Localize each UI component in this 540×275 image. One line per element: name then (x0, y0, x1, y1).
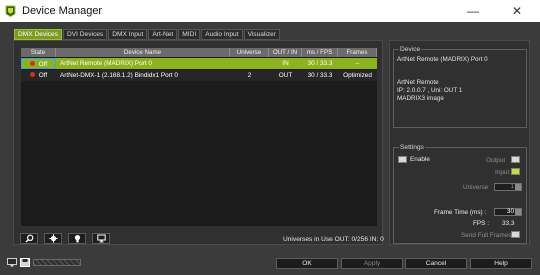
device-name-readout: ArtNet Remote (MADRIX) Port 0 (397, 56, 488, 63)
state-label: Off (38, 61, 48, 68)
monitor-icon (7, 258, 17, 267)
lightbulb-icon (74, 235, 80, 243)
state-off-indicator-icon (29, 60, 35, 66)
device-settings-button[interactable] (44, 233, 62, 244)
enable-checkbox[interactable] (398, 156, 407, 163)
state-cell[interactable]: Off (21, 70, 56, 81)
monitor-device-button[interactable] (92, 233, 110, 244)
close-button[interactable]: ✕ (509, 4, 525, 18)
send-full-frames-label: Send Full Frames (461, 232, 512, 239)
universe-cell: 2 (247, 72, 252, 79)
spin-arrows-icon[interactable] (515, 184, 521, 190)
madrix-app-icon (5, 5, 16, 17)
input-label: Input (495, 169, 510, 176)
ms-fps-cell: 30 / 33.3 (307, 72, 333, 79)
device-info-line: MADRIX3 image (397, 95, 444, 102)
dialog-client-area: DMX Devices DVI Devices DMX Input Art-Ne… (0, 22, 540, 275)
tab-visualizer[interactable]: Visualizer (243, 29, 281, 40)
identify-device-button[interactable] (68, 233, 86, 244)
minimize-button[interactable]: — (465, 4, 481, 18)
universe-cell (230, 58, 269, 69)
out-in-cell: IN (282, 60, 289, 67)
status-bar (7, 258, 81, 267)
tab-dvi-devices[interactable]: DVI Devices (62, 29, 108, 40)
tab-art-net[interactable]: Art-Net (148, 29, 178, 40)
frame-time-label: Frame Time (ms) : (434, 209, 487, 216)
tab-audio-input[interactable]: Audio Input (201, 29, 243, 40)
frame-time-spinbox[interactable]: 30 (494, 208, 522, 216)
settings-group-title: Settings (399, 144, 425, 151)
tab-midi[interactable]: MIDI (178, 29, 201, 40)
send-full-frames-checkbox[interactable] (511, 231, 520, 238)
search-icon (25, 234, 33, 243)
universe-spinbox[interactable]: 1 (494, 183, 522, 191)
universe-label: Universe (463, 184, 489, 191)
column-header-ms-fps[interactable]: ms / FPS (302, 48, 338, 57)
device-group-title: Device (399, 46, 422, 53)
state-cell[interactable]: Off (21, 58, 56, 69)
column-header-frames[interactable]: Frames (338, 48, 377, 57)
device-info-line: ArtNet Remote (397, 79, 439, 86)
fps-label: FPS : (473, 220, 489, 227)
table-row[interactable]: Off ArtNet Remote (MADRIX) Port 0 IN 30 … (21, 58, 377, 69)
frame-time-value: 30 (506, 208, 514, 215)
device-name-cell: ArtNet-DMX-1 (2.168.1.2) Bindidx1 Port 0 (60, 72, 178, 79)
output-checkbox[interactable] (511, 156, 520, 163)
apply-button[interactable]: Apply (341, 258, 403, 269)
tab-dmx-devices[interactable]: DMX Devices (14, 29, 62, 40)
tab-strip: DMX Devices DVI Devices DMX Input Art-Ne… (14, 29, 281, 40)
table-row[interactable]: Off ArtNet-DMX-1 (2.168.1.2) Bindidx1 Po… (21, 70, 377, 81)
search-devices-button[interactable] (20, 233, 38, 244)
progress-bar (33, 259, 81, 266)
device-table: State Device Name Universe OUT / IN ms /… (21, 48, 377, 226)
window-title: Device Manager (22, 5, 103, 17)
enable-label: Enable (410, 156, 430, 163)
column-header-state[interactable]: State (21, 48, 56, 57)
universe-value: 1 (510, 183, 514, 190)
device-group: Device ArtNet Remote (MADRIX) Port 0 Art… (393, 46, 527, 128)
universes-in-use-status: Universes in Use OUT: 0/256 IN: 0 (283, 236, 384, 243)
output-label: Output (486, 157, 506, 164)
ms-fps-cell: 30 / 33.3 (307, 60, 333, 67)
device-toolbar (20, 233, 116, 244)
fps-value: 33.3 (502, 220, 515, 227)
device-list-panel: State Device Name Universe OUT / IN ms /… (13, 40, 383, 245)
help-button[interactable]: Help (470, 258, 532, 269)
table-header: State Device Name Universe OUT / IN ms /… (21, 48, 377, 57)
title-bar: Device Manager — ✕ (0, 0, 540, 22)
column-header-universe[interactable]: Universe (230, 48, 269, 57)
tab-dmx-input[interactable]: DMX Input (108, 29, 148, 40)
monitor-icon (96, 234, 106, 243)
out-in-cell: OUT (278, 72, 293, 79)
save-icon[interactable] (20, 258, 30, 267)
cancel-button[interactable]: Cancel (405, 258, 467, 269)
state-off-indicator-icon (29, 71, 35, 77)
ok-button[interactable]: OK (276, 258, 338, 269)
spin-arrows-icon[interactable] (515, 209, 521, 215)
column-header-out-in[interactable]: OUT / IN (269, 48, 302, 57)
settings-group: Settings Enable Output Input Universe 1 … (393, 144, 527, 244)
frames-cell: -- (355, 60, 360, 67)
device-details-panel: Device ArtNet Remote (MADRIX) Port 0 Art… (389, 40, 530, 245)
state-label: Off (38, 72, 48, 79)
input-checkbox[interactable] (511, 168, 520, 175)
gear-icon (48, 234, 58, 243)
frames-cell: Optimized (343, 72, 372, 79)
device-info-line: IP: 2.0.0.7 , Uni: OUT 1 (397, 87, 463, 94)
column-header-device-name[interactable]: Device Name (56, 48, 230, 57)
device-name-cell: ArtNet Remote (MADRIX) Port 0 (60, 60, 152, 67)
